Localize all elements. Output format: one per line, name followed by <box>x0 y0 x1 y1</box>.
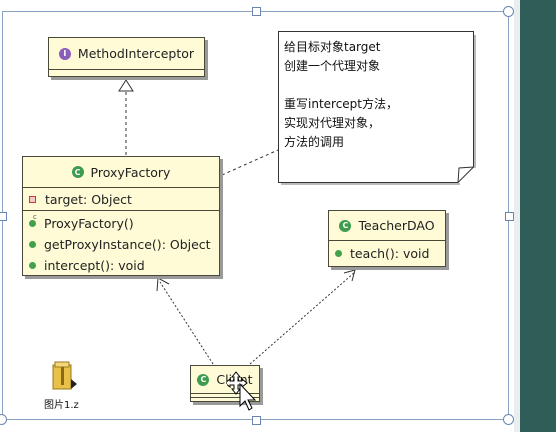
zip-file-icon[interactable] <box>52 361 78 391</box>
resize-handle-top[interactable] <box>252 7 261 16</box>
selection-frame <box>2 11 509 420</box>
resize-handle-right[interactable] <box>505 212 514 221</box>
resize-handle-bottom[interactable] <box>252 416 261 425</box>
move-cursor-icon <box>227 371 257 411</box>
resize-handle-bottom-right[interactable] <box>503 414 514 425</box>
file-label: 图片1.z <box>44 400 79 411</box>
resize-handle-left[interactable] <box>0 212 7 221</box>
resize-handle-top-right[interactable] <box>503 6 514 17</box>
diagram-canvas: I MethodInterceptor C ProxyFactory targe… <box>0 0 556 432</box>
